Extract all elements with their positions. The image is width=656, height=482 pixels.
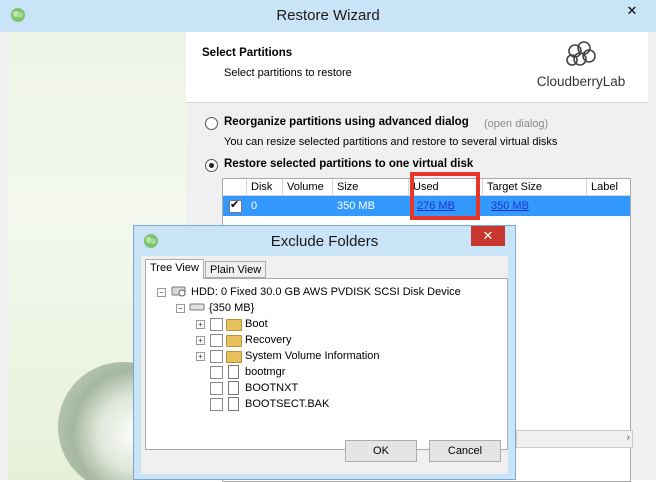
- ok-button[interactable]: OK: [345, 440, 417, 462]
- collapse-icon[interactable]: −: [176, 304, 185, 313]
- row-size: 350 MB: [337, 200, 375, 212]
- folder-checkbox[interactable]: [210, 350, 223, 363]
- file-icon: [228, 365, 239, 379]
- grid-header-label[interactable]: Label: [587, 179, 630, 195]
- brand-name: CloudberryLab: [536, 74, 626, 89]
- grid-header-target-size[interactable]: Target Size: [483, 179, 587, 195]
- cloudberry-logo-icon: [566, 41, 596, 66]
- grid-header-disk[interactable]: Disk: [247, 179, 283, 195]
- title-bar: Restore Wizard ✕: [0, 0, 656, 32]
- tab-tree-view[interactable]: Tree View: [145, 259, 204, 279]
- file-checkbox[interactable]: [210, 366, 223, 379]
- folder-icon: [226, 335, 242, 347]
- file-icon: [228, 397, 239, 411]
- hard-disk-icon: [171, 286, 186, 297]
- cancel-button[interactable]: Cancel: [429, 440, 501, 462]
- collapse-icon[interactable]: −: [157, 288, 166, 297]
- tree-item-bootsect-bak[interactable]: BOOTSECT.BAK: [245, 396, 329, 412]
- folder-checkbox[interactable]: [210, 318, 223, 331]
- file-icon: [228, 381, 239, 395]
- advanced-dialog-radio[interactable]: [205, 117, 218, 130]
- tab-plain-view[interactable]: Plain View: [205, 261, 267, 278]
- grid-header-check: [223, 179, 247, 195]
- grid-header-volume[interactable]: Volume: [283, 179, 333, 195]
- folder-checkbox[interactable]: [210, 334, 223, 347]
- advanced-dialog-label[interactable]: Reorganize partitions using advanced dia…: [224, 116, 469, 128]
- tree-item-system-volume-information[interactable]: System Volume Information: [245, 348, 380, 364]
- grid-header-size[interactable]: Size: [333, 179, 409, 195]
- volume-icon: [189, 303, 205, 311]
- dialog-title-bar: Exclude Folders ✕: [134, 226, 515, 256]
- folder-icon: [226, 351, 242, 363]
- highlight-box: [410, 172, 480, 220]
- expand-icon[interactable]: +: [196, 352, 205, 361]
- tree-item-boot[interactable]: Boot: [245, 316, 268, 332]
- tree-item-recovery[interactable]: Recovery: [245, 332, 291, 348]
- expand-icon[interactable]: +: [196, 336, 205, 345]
- file-checkbox[interactable]: [210, 398, 223, 411]
- page-subtitle: Select partitions to restore: [224, 67, 352, 79]
- cloudberry-logo: CloudberryLab: [526, 41, 636, 96]
- grid-scrollbar[interactable]: ›: [516, 430, 633, 448]
- tree-item-bootnxt[interactable]: BOOTNXT: [245, 380, 298, 396]
- window-title: Restore Wizard: [276, 7, 380, 24]
- file-checkbox[interactable]: [210, 382, 223, 395]
- wizard-header: Select Partitions Select partitions to r…: [186, 32, 648, 103]
- row-target-size-link[interactable]: 350 MB: [491, 196, 529, 216]
- one-virtual-disk-label[interactable]: Restore selected partitions to one virtu…: [224, 158, 473, 170]
- row-disk: 0: [251, 200, 258, 212]
- folder-icon: [226, 319, 242, 331]
- one-virtual-disk-radio[interactable]: [205, 159, 218, 172]
- close-button[interactable]: ✕: [616, 0, 648, 22]
- tree-item-bootmgr[interactable]: bootmgr: [245, 364, 285, 380]
- row-checkbox[interactable]: [229, 198, 242, 213]
- expand-icon[interactable]: +: [196, 320, 205, 329]
- page-title: Select Partitions: [202, 47, 293, 59]
- open-dialog-link[interactable]: (open dialog): [484, 118, 548, 130]
- tree-volume[interactable]: {350 MB}: [209, 300, 254, 316]
- dialog-title: Exclude Folders: [270, 233, 379, 250]
- scroll-right-icon[interactable]: ›: [627, 432, 630, 443]
- dialog-body: Tree View Plain View − HDD: 0 Fixed 30.0…: [141, 256, 508, 474]
- folder-tree: − HDD: 0 Fixed 30.0 GB AWS PVDISK SCSI D…: [145, 278, 508, 450]
- advanced-dialog-description: You can resize selected partitions and r…: [224, 136, 558, 148]
- exclude-folders-dialog: Exclude Folders ✕ Tree View Plain View −…: [133, 225, 516, 480]
- tree-root-disk[interactable]: HDD: 0 Fixed 30.0 GB AWS PVDISK SCSI Dis…: [191, 284, 461, 300]
- dialog-close-button[interactable]: ✕: [471, 226, 505, 246]
